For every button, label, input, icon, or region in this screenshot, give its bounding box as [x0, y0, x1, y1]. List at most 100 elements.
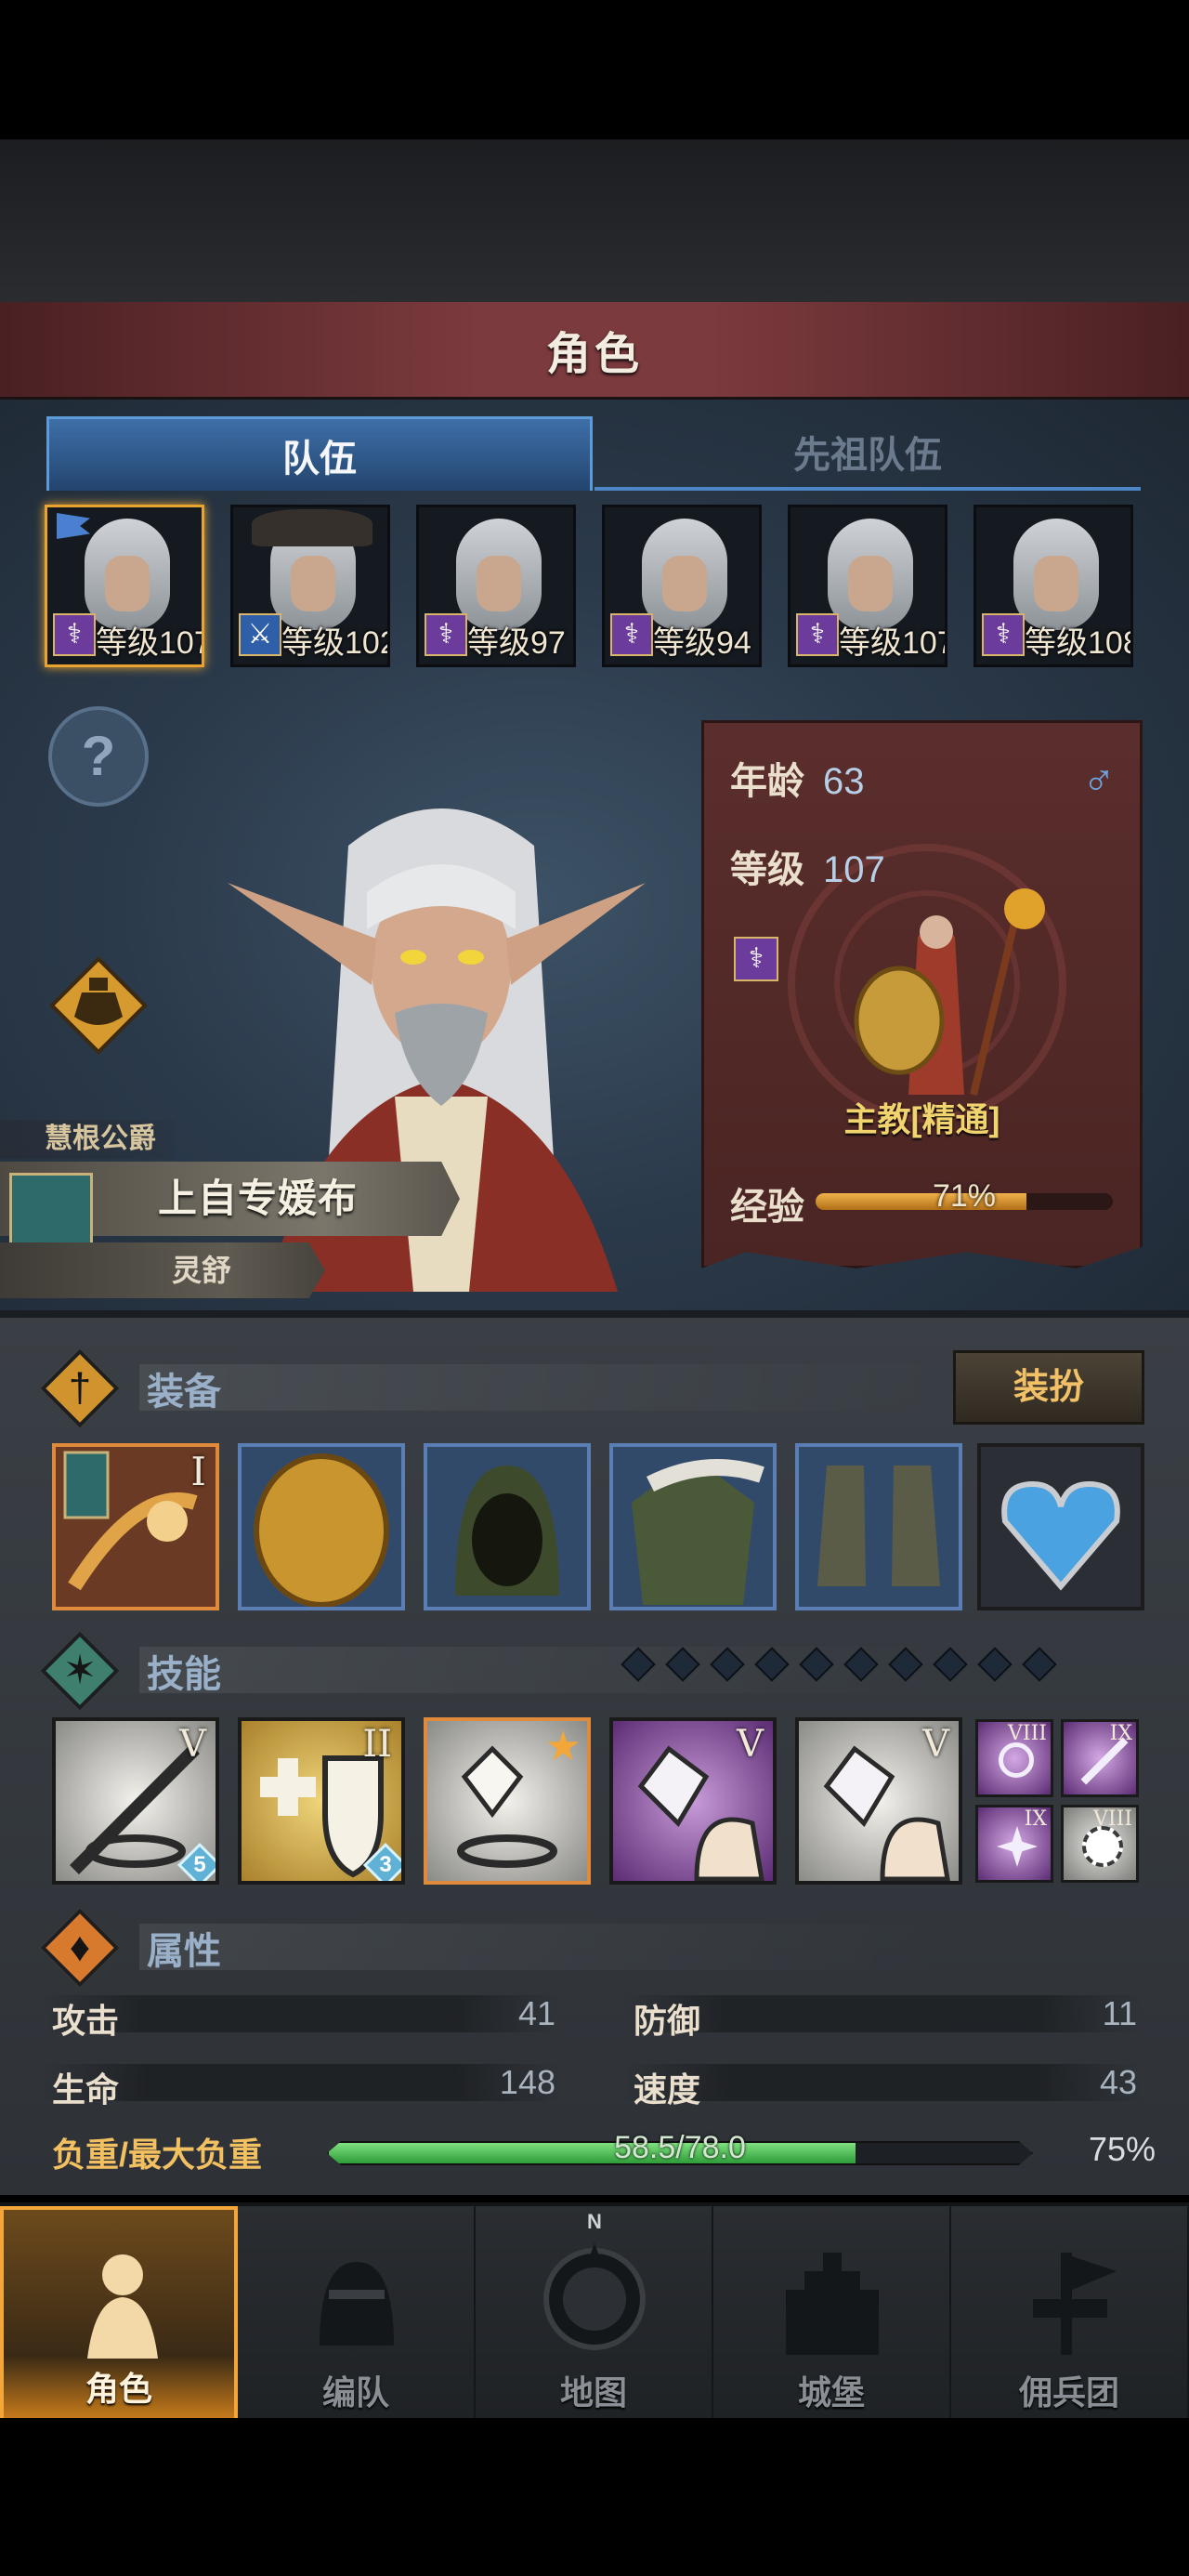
character-face [456, 519, 542, 630]
staff-icon: ⚕ [610, 613, 653, 656]
skill-point-icon [843, 1647, 879, 1682]
leader-flag-icon [57, 513, 90, 539]
character-face [85, 519, 170, 630]
age-value: 63 [823, 761, 865, 802]
tab-ancestor-team[interactable]: 先祖队伍 [594, 416, 1141, 491]
nav-label: 角色 [85, 2370, 152, 2408]
nav-character[interactable]: 角色 [0, 2206, 238, 2422]
skill-point-icon [1022, 1647, 1057, 1682]
roster-portrait-4[interactable]: ⚕ 等级94 [602, 505, 762, 667]
exp-percent: 71% [932, 1178, 997, 1214]
equip-slot-shield[interactable] [238, 1443, 405, 1610]
skill-point-icon [665, 1647, 700, 1682]
equip-slot-head[interactable] [424, 1443, 591, 1610]
passive-skill-4[interactable]: VIII [1061, 1805, 1139, 1883]
home-indicator-area [0, 2418, 1189, 2576]
equipment-header: † 装备 [40, 1348, 221, 1428]
weight-label: 负重/最大负重 [52, 2136, 263, 2174]
outfit-button[interactable]: 装扮 [953, 1350, 1144, 1425]
character-info-card: 年龄 63 ♂ 等级 107 ⚕ 主教[精通] 经验 71% [701, 720, 1143, 1268]
roster-portrait-6[interactable]: ⚕ 等级108 [973, 505, 1133, 667]
roster-portrait-3[interactable]: ⚕ 等级97 [416, 505, 576, 667]
house-title: 慧根公爵 [0, 1120, 175, 1159]
skill-tier: V [179, 1723, 206, 1766]
stat-label: 防御 [634, 2002, 701, 2040]
skill-tier: V [922, 1723, 949, 1766]
staff-icon: ⚕ [796, 613, 839, 656]
favorite-star-icon: ★ [544, 1724, 581, 1769]
passive-skill-1[interactable]: VIII [975, 1719, 1053, 1797]
nav-label: 佣兵团 [1018, 2373, 1119, 2412]
skill-point-icon [799, 1647, 834, 1682]
mercenary-banner-icon [1033, 2253, 1117, 2355]
potion-button[interactable] [48, 955, 149, 1056]
tab-team[interactable]: 队伍 [46, 416, 593, 491]
skill-slot-1[interactable]: V 5 [52, 1717, 219, 1885]
attributes-label: 属性 [147, 1931, 221, 1972]
stat-label: 攻击 [52, 2002, 120, 2040]
equip-slot-armor[interactable] [609, 1443, 777, 1610]
character-face [642, 519, 727, 630]
attribute-icon: ♦ [40, 1908, 120, 1988]
tier-label: I [190, 1449, 206, 1494]
armor-icon [613, 1447, 773, 1607]
nav-mercenaries[interactable]: 佣兵团 [951, 2206, 1189, 2422]
heart-amulet-icon [981, 1447, 1141, 1607]
equip-slot-boots[interactable] [795, 1443, 962, 1610]
section-divider [139, 1924, 947, 1970]
weight-percent: 75% [1088, 2130, 1156, 2168]
knight-icon [87, 2254, 158, 2359]
skill-point-icon [710, 1647, 745, 1682]
nav-formation[interactable]: 编队 [238, 2206, 476, 2422]
stat-hp: 生命 148 [41, 2059, 561, 2109]
skills-header: ✶ 技能 [40, 1631, 221, 1711]
roster-portrait-1[interactable]: ⚕ 等级107 [45, 505, 204, 667]
skill-slot-3[interactable]: ★ [424, 1717, 591, 1885]
equip-slot-amulet[interactable] [977, 1443, 1144, 1610]
sword-icon: ⚔ [239, 613, 281, 656]
hood-icon [427, 1447, 587, 1607]
roster-portrait-5[interactable]: ⚕ 等级107 [788, 505, 947, 667]
character-face [828, 519, 913, 630]
castle-icon [786, 2253, 879, 2355]
stat-label: 速度 [634, 2070, 701, 2109]
stat-value: 11 [1102, 1994, 1137, 2032]
staff-icon: ⚕ [53, 613, 96, 656]
roster-level: 等级97 [467, 625, 566, 661]
skill-point-icon [933, 1647, 968, 1682]
character-subtitle: 灵舒 [0, 1242, 325, 1298]
skill-tier: IX [1109, 1722, 1132, 1745]
skill-tier: VIII [1093, 1807, 1132, 1831]
skills-label: 技能 [147, 1654, 221, 1695]
passive-skill-2[interactable]: IX [1061, 1719, 1139, 1797]
bottom-nav: 角色 编队 N 地图 城堡 佣兵团 [0, 2202, 1189, 2422]
roster-level: 等级107 [839, 625, 947, 661]
roster-level: 等级94 [653, 625, 751, 661]
nav-label: 城堡 [797, 2373, 865, 2412]
roster-level: 等级107 [96, 625, 204, 661]
class-name: 主教[精通] [843, 1100, 1000, 1138]
skill-slot-4[interactable]: V [609, 1717, 777, 1885]
skill-tier: V [737, 1723, 764, 1766]
equip-slot-weapon[interactable]: I [52, 1443, 219, 1610]
staff-icon: ⚕ [425, 613, 467, 656]
nav-castle[interactable]: 城堡 [713, 2206, 951, 2422]
nav-map[interactable]: N 地图 [476, 2206, 713, 2422]
skill-slot-2[interactable]: II 3 [238, 1717, 405, 1885]
skill-tier: VIII [1008, 1722, 1047, 1745]
staff-icon: ⚕ [982, 613, 1025, 656]
roster-portrait-2[interactable]: ⚔ 等级102 [230, 505, 390, 667]
hat-icon [252, 509, 372, 546]
stat-speed: 速度 43 [622, 2059, 1143, 2109]
title-bar: 角色 [0, 302, 1189, 400]
age-label: 年龄 [730, 761, 804, 802]
passive-skill-3[interactable]: IX [975, 1805, 1053, 1883]
attributes-header: ♦ 属性 [40, 1908, 221, 1988]
help-button[interactable]: ? [48, 706, 149, 807]
status-bar-area [0, 0, 1189, 139]
shield-icon [242, 1447, 401, 1607]
roster-level: 等级102 [281, 625, 390, 661]
skill-tier: II [362, 1723, 392, 1766]
stat-defense: 防御 11 [622, 1991, 1143, 2040]
skill-slot-5[interactable]: V [795, 1717, 962, 1885]
